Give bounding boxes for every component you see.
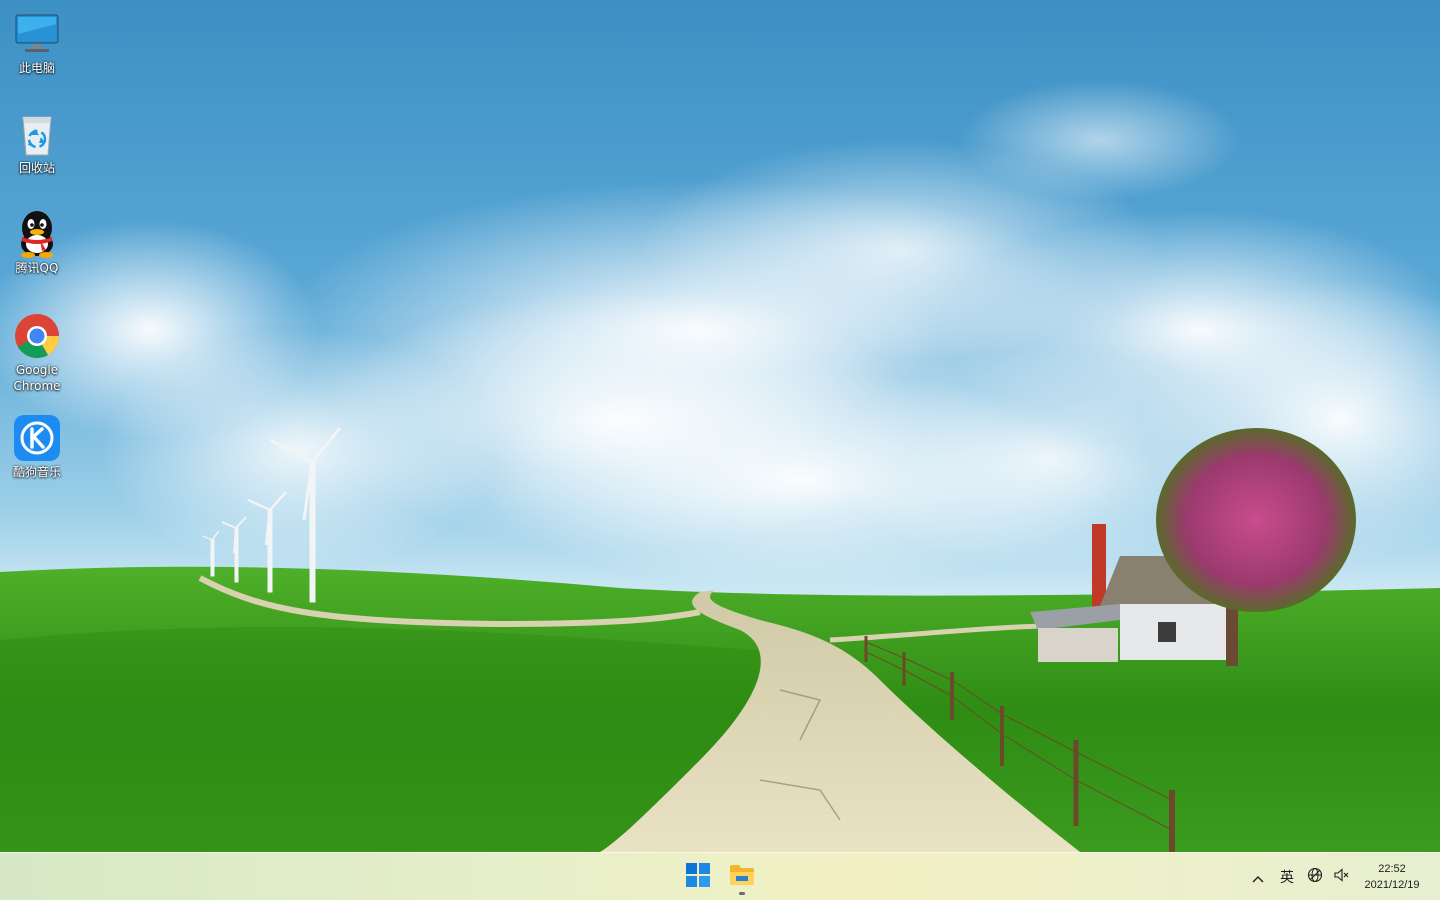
desktop-icon-kugou-music[interactable]: 酷狗音乐: [0, 414, 74, 480]
show-desktop-button[interactable]: [1430, 857, 1440, 897]
taskbar-pinned-apps: [678, 853, 762, 900]
desktop-icon-label: 酷狗音乐: [12, 465, 61, 479]
input-method-indicator[interactable]: 英: [1272, 857, 1302, 897]
this-pc-icon: [13, 10, 61, 58]
start-button[interactable]: [678, 857, 718, 897]
clock-time: 22:52: [1378, 863, 1406, 875]
network-button[interactable]: [1302, 857, 1328, 897]
windows-logo-icon: [686, 863, 710, 891]
clock-button[interactable]: 22:52 2021/12/19: [1354, 857, 1430, 897]
taskbar: 英 22:52 2021/12/19: [0, 852, 1440, 900]
recycle-bin-icon: [13, 110, 61, 158]
show-hidden-icons-button[interactable]: [1244, 857, 1272, 897]
desktop-icon-label: 腾讯QQ: [15, 261, 59, 275]
kugou-music-icon: [13, 414, 61, 462]
desktop-wallpaper: [0, 0, 1440, 852]
desktop-icon-qq[interactable]: 腾讯QQ: [0, 210, 74, 276]
clock-date: 2021/12/19: [1364, 879, 1420, 891]
chrome-icon: [13, 312, 61, 360]
desktop-icon-this-pc[interactable]: 此电脑: [0, 10, 74, 76]
file-explorer-button[interactable]: [722, 857, 762, 897]
desktop-icon-label: 此电脑: [18, 61, 55, 75]
desktop-icon-label: 回收站: [18, 161, 55, 175]
globe-icon: [1307, 867, 1323, 887]
running-indicator: [739, 892, 745, 895]
volume-button[interactable]: [1328, 857, 1354, 897]
desktop-icon-label: Google Chrome: [13, 363, 61, 393]
desktop-icon-recycle-bin[interactable]: 回收站: [0, 110, 74, 176]
system-tray: 英 22:52 2021/12/19: [1244, 853, 1440, 900]
chevron-up-icon: [1252, 868, 1264, 887]
qq-icon: [13, 210, 61, 258]
desktop-icon-google-chrome[interactable]: Google Chrome: [0, 312, 74, 394]
folder-icon: [729, 864, 755, 890]
volume-muted-icon: [1333, 867, 1349, 887]
